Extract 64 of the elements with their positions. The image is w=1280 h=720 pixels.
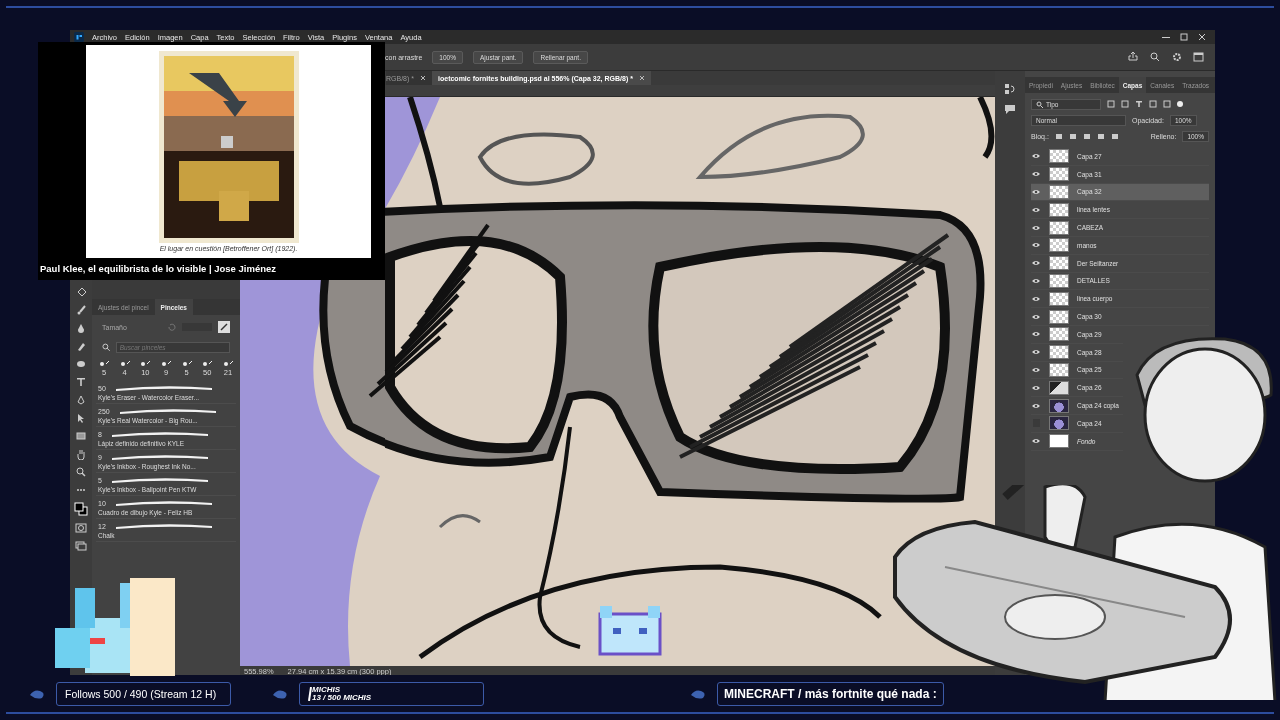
slash-icon: [308, 687, 312, 701]
pen-icon[interactable]: [75, 394, 87, 406]
eye-icon[interactable]: [1031, 205, 1041, 214]
eye-icon[interactable]: [1031, 152, 1041, 161]
drop-icon[interactable]: [75, 322, 87, 334]
mask-icon[interactable]: [75, 522, 87, 534]
brush-tip-icon[interactable]: [221, 359, 234, 367]
eye-icon[interactable]: [1031, 330, 1041, 339]
window-icon[interactable]: [1193, 51, 1205, 63]
paint-splash-icon: [689, 688, 707, 700]
eye-icon[interactable]: [1031, 383, 1041, 392]
color-swatches-icon[interactable]: [74, 502, 88, 516]
brush-stroke-icon[interactable]: [113, 521, 214, 531]
brush-stroke-icon[interactable]: [113, 498, 214, 508]
brush-stroke-icon[interactable]: [109, 452, 210, 462]
eye-icon[interactable]: [1031, 259, 1041, 268]
search-icon: [102, 343, 110, 351]
comment-icon[interactable]: [1004, 103, 1016, 115]
toggle-dot-icon[interactable]: [1177, 101, 1183, 107]
stream-title: MINECRAFT / más fortnite qué nada :: [717, 682, 944, 706]
brush-stroke-icon[interactable]: [117, 406, 218, 416]
history-icon[interactable]: [1004, 83, 1016, 95]
share-icon[interactable]: [1127, 51, 1139, 63]
paint-splash-icon: [28, 688, 46, 700]
search-icon[interactable]: [1149, 51, 1161, 63]
eye-icon[interactable]: [1031, 241, 1041, 250]
brush-settings-icon[interactable]: [218, 321, 230, 333]
brush-tip-icon[interactable]: [98, 359, 110, 367]
rectangle-icon[interactable]: [75, 430, 87, 442]
close-icon[interactable]: [638, 75, 645, 81]
michis-label: MICHIS: [312, 686, 341, 694]
eye-icon[interactable]: [1031, 348, 1041, 357]
close-icon[interactable]: [1197, 33, 1207, 41]
eye-icon[interactable]: [1031, 437, 1041, 446]
settings-icon[interactable]: [1171, 51, 1183, 63]
brush-tip-icon[interactable]: [118, 359, 131, 367]
screen-mode-icon[interactable]: [75, 540, 87, 552]
brush-stroke-icon[interactable]: [109, 475, 210, 485]
eye-icon[interactable]: [1031, 401, 1041, 410]
michis-count: 13 / 500 MICHIS: [312, 694, 372, 702]
search-icon: [1036, 100, 1043, 108]
follows-counter: Follows 500 / 490 (Stream 12 H): [56, 682, 231, 706]
maximize-icon[interactable]: [1179, 33, 1189, 41]
brush-tip-icon[interactable]: [139, 359, 152, 367]
brush-stroke-icon[interactable]: [109, 429, 210, 439]
video-title: Paul Klee, el equilibrista de lo visible | Jose Jiménez: [39, 262, 278, 274]
eye-icon[interactable]: [1031, 294, 1041, 303]
eye-icon[interactable]: [1031, 312, 1041, 321]
paint-splash-icon: [271, 688, 289, 700]
eye-icon[interactable]: [1031, 188, 1041, 196]
photoshop-logo-icon[interactable]: [74, 32, 84, 42]
eye-icon[interactable]: [1031, 365, 1041, 374]
search-icon[interactable]: [75, 466, 87, 478]
brush-tip-icon[interactable]: [159, 359, 172, 367]
eye-icon[interactable]: [1031, 170, 1041, 179]
brush-stroke-icon[interactable]: [113, 383, 214, 393]
brush-tip-icon[interactable]: [201, 359, 214, 367]
type-tool-icon[interactable]: [75, 376, 87, 388]
text-filter-icon[interactable]: [1135, 100, 1143, 108]
brush-tip-icon[interactable]: [180, 359, 193, 367]
eye-icon[interactable]: [1031, 276, 1041, 285]
close-icon[interactable]: [420, 75, 426, 81]
hand-icon[interactable]: [75, 448, 87, 460]
eye-icon[interactable]: [1031, 223, 1041, 232]
